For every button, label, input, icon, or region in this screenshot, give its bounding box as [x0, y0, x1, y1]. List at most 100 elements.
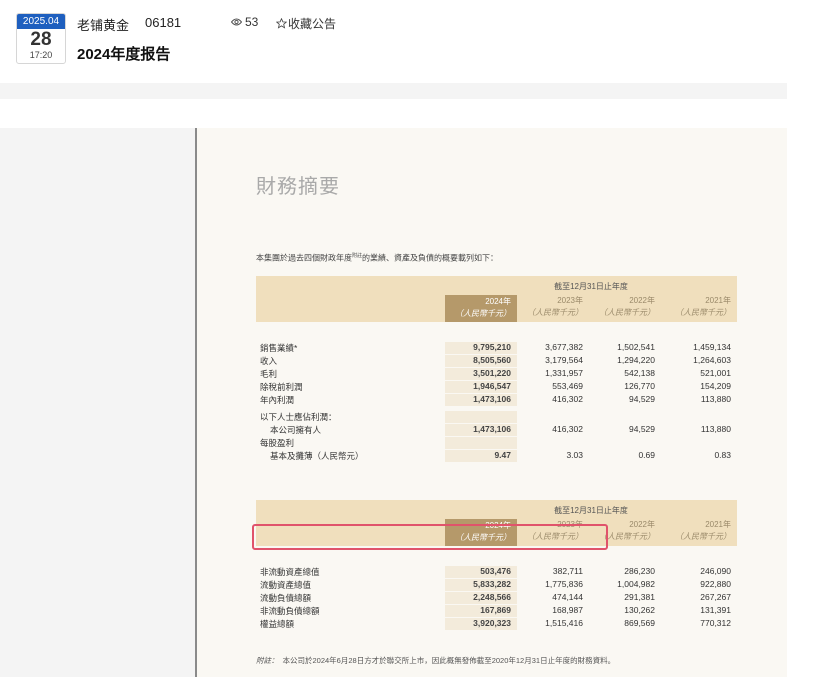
row-label: 流動負債總額 [260, 593, 312, 603]
table-row: 以下人士應佔利潤： [256, 411, 737, 423]
stock-code[interactable]: 06181 [145, 15, 181, 30]
highlight-box [252, 524, 608, 550]
value-cell: 246,090 [700, 566, 731, 576]
table-row: 除稅前利潤 1,946,547 553,469 126,770 154,209 [256, 381, 737, 393]
table-header: 截至12月31日止年度 2024年 （人民幣千元） 2023年 （人民幣千元） 20… [256, 276, 737, 322]
value-cell: 113,880 [700, 394, 731, 404]
table-row: 每股盈利 [256, 437, 737, 449]
value-cell: 382,711 [552, 566, 583, 576]
value-cell: 553,469 [552, 381, 583, 391]
favorite-button[interactable]: 收藏公告 [276, 15, 336, 32]
value-cell: 154,209 [700, 381, 731, 391]
period-header: 截至12月31日止年度 [554, 506, 628, 515]
row-label: 銷售業績* [260, 343, 298, 353]
value-cell: 113,880 [700, 424, 731, 434]
table-row: 流動負債總額 2,248,566 474,144 291,381 267,267 [256, 592, 737, 604]
year-header-2023: 2023年 （人民幣千元） [527, 296, 583, 317]
table-row: 權益總額 3,920,323 1,515,416 869,569 770,312 [256, 618, 737, 630]
row-label: 收入 [260, 356, 278, 366]
table-row: 年內利潤 1,473,106 416,302 94,529 113,880 [256, 394, 737, 406]
view-count: 53 [231, 15, 258, 29]
value-cell: 770,312 [700, 618, 731, 628]
year-header-2024: 2024年 （人民幣千元） [445, 295, 517, 322]
table-row: 本公司擁有人 1,473,106 416,302 94,529 113,880 [256, 424, 737, 436]
row-label: 流動資產總值 [260, 580, 312, 590]
period-header: 截至12月31日止年度 [554, 282, 628, 291]
value-cell: 1,294,220 [617, 355, 655, 365]
row-label: 毛利 [260, 369, 278, 379]
value-cell: 94,529 [629, 424, 655, 434]
toolbar-strip [0, 83, 787, 99]
value-cell: 286,230 [624, 566, 655, 576]
value-cell: 1,473,106 [445, 394, 517, 406]
page-title: 財務摘要 [256, 174, 340, 198]
value-cell: 1,264,603 [693, 355, 731, 365]
results-table: 截至12月31日止年度 2024年 （人民幣千元） 2023年 （人民幣千元） 20… [256, 276, 737, 462]
date-time: 17:20 [29, 50, 53, 60]
row-label: 本公司擁有人 [270, 425, 322, 435]
value-cell: 922,880 [700, 579, 731, 589]
row-label: 非流動負債總額 [260, 606, 320, 616]
company-name[interactable]: 老铺黄金 [77, 15, 129, 34]
balance-table: 截至12月31日止年度 2024年 （人民幣千元） 2023年 （人民幣千元） 20… [256, 500, 737, 630]
pdf-page: 財務摘要 本集團於過去四個財政年度附註的業績、資產及負債的概要載列如下： 截至1… [197, 128, 787, 677]
report-title[interactable]: 2024年度报告 [77, 43, 170, 64]
row-label: 基本及攤薄（人民幣元） [270, 451, 364, 461]
row-label: 每股盈利 [260, 438, 295, 448]
value-cell [445, 411, 517, 423]
date-badge: 2025.04 28 17:20 [16, 13, 66, 64]
value-cell: 126,770 [624, 381, 655, 391]
value-cell: 542,138 [624, 368, 655, 378]
value-cell: 521,001 [700, 368, 731, 378]
value-cell: 3,501,220 [445, 368, 517, 380]
value-cell: 94,529 [629, 394, 655, 404]
value-cell: 3,179,564 [545, 355, 583, 365]
row-label: 除稅前利潤 [260, 382, 303, 392]
value-cell: 291,381 [624, 592, 655, 602]
table-row: 毛利 3,501,220 1,331,957 542,138 521,001 [256, 368, 737, 380]
row-label: 非流動資產總值 [260, 567, 320, 577]
value-cell: 416,302 [552, 394, 583, 404]
value-cell: 8,505,560 [445, 355, 517, 367]
favorite-label: 收藏公告 [288, 17, 337, 31]
document-viewer[interactable]: 財務摘要 本集團於過去四個財政年度附註的業績、資產及負債的概要載列如下： 截至1… [0, 128, 787, 677]
value-cell: 1,473,106 [445, 424, 517, 436]
value-cell: 5,833,282 [445, 579, 517, 591]
value-cell: 503,476 [445, 566, 517, 578]
value-cell: 1,331,957 [545, 368, 583, 378]
viewer-background [0, 128, 195, 677]
row-label: 權益總額 [260, 619, 295, 629]
value-cell: 167,869 [445, 605, 517, 617]
star-icon [276, 18, 287, 29]
value-cell: 1,502,541 [617, 342, 655, 352]
year-header-2021: 2021年 （人民幣千元） [675, 520, 731, 541]
row-label: 以下人士應佔利潤： [260, 412, 337, 422]
year-header-2021: 2021年 （人民幣千元） [675, 296, 731, 317]
value-cell: 2,248,566 [445, 592, 517, 604]
value-cell: 474,144 [552, 592, 583, 602]
value-cell: 9,795,210 [445, 342, 517, 354]
value-cell: 168,987 [552, 605, 583, 615]
value-cell: 131,391 [700, 605, 731, 615]
value-cell: 1,004,982 [617, 579, 655, 589]
value-cell: 1,459,134 [693, 342, 731, 352]
table-row: 非流動資產總值 503,476 382,711 286,230 246,090 [256, 566, 737, 578]
footnote: 附註： 本公司於2024年6月28日方才於聯交所上市，因此概無發佈截至2020年1… [256, 655, 615, 666]
table-body: 非流動資產總值 503,476 382,711 286,230 246,090 流動資產總… [256, 566, 737, 630]
value-cell: 3.03 [566, 450, 583, 460]
value-cell: 3,920,323 [445, 618, 517, 630]
value-cell: 869,569 [624, 618, 655, 628]
value-cell: 3,677,382 [545, 342, 583, 352]
value-cell: 9.47 [445, 450, 517, 462]
footnote-text: 本公司於2024年6月28日方才於聯交所上市，因此概無發佈截至2020年12月3… [282, 656, 616, 665]
table-row: 收入 8,505,560 3,179,564 1,294,220 1,264,603 [256, 355, 737, 367]
view-count-value: 53 [245, 15, 259, 29]
eye-icon [231, 18, 242, 26]
value-cell: 267,267 [700, 592, 731, 602]
value-cell: 1,775,836 [545, 579, 583, 589]
intro-text: 本集團於過去四個財政年度附註的業績、資產及負債的概要載列如下： [256, 253, 499, 263]
date-year-month: 2025.04 [17, 14, 65, 29]
year-header-2022: 2022年 （人民幣千元） [599, 296, 655, 317]
value-cell: 0.83 [714, 450, 731, 460]
value-cell: 1,515,416 [545, 618, 583, 628]
